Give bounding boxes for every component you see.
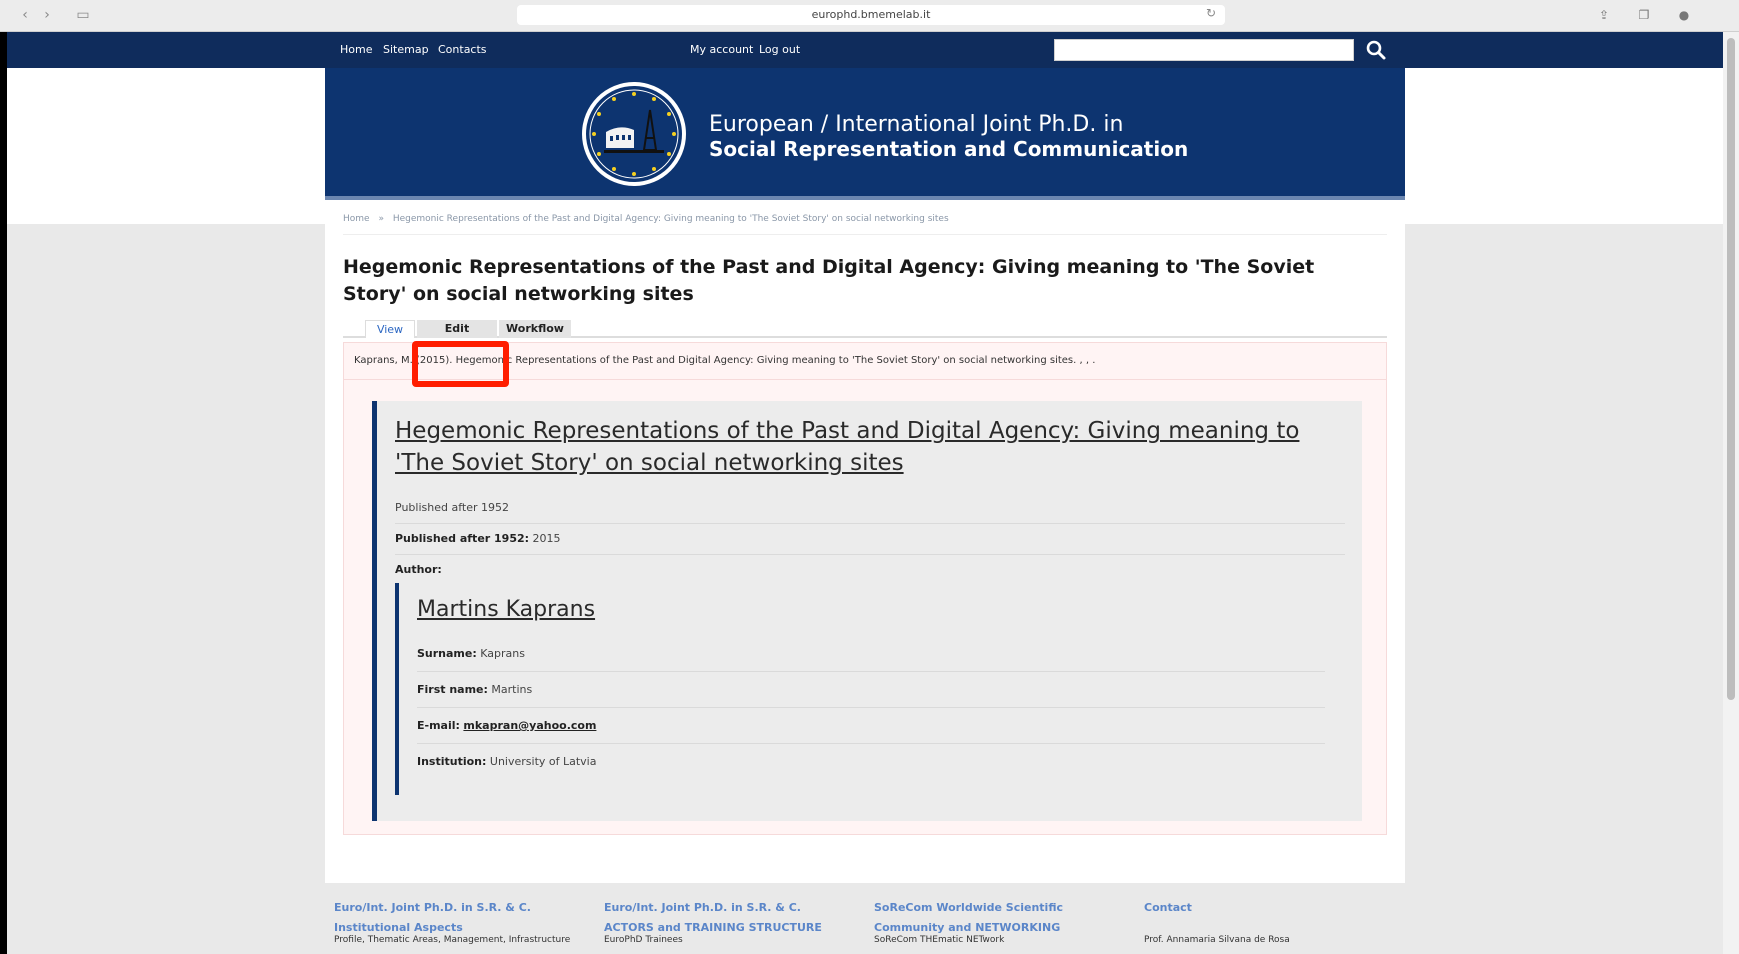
tabs-icon[interactable]: ❐ <box>1636 7 1652 23</box>
breadcrumb-home-link[interactable]: Home <box>343 214 370 224</box>
tab-workflow[interactable]: Workflow <box>499 320 571 338</box>
breadcrumb: Home » Hegemonic Representations of the … <box>343 214 949 224</box>
footer-col-networking: SoReCom Worldwide Scientific Community a… <box>874 896 1124 936</box>
breadcrumb-current: Hegemonic Representations of the Past an… <box>392 214 949 224</box>
institution-value: University of Latvia <box>489 755 597 768</box>
published-value: 2015 <box>532 532 561 545</box>
published-label: Published after 1952: <box>395 532 530 545</box>
field-divider <box>417 743 1325 744</box>
banner-title-line1: European / International Joint Ph.D. in <box>709 112 1124 137</box>
europhd-logo[interactable] <box>580 80 688 188</box>
institution-field: Institution: University of Latvia <box>417 755 596 768</box>
extension-icon[interactable]: ● <box>1676 7 1692 23</box>
sidebar-icon[interactable]: ▭ <box>74 6 92 24</box>
search-icon[interactable] <box>1364 38 1388 62</box>
footer-col-institutional: Euro/Int. Joint Ph.D. in S.R. & C. Insti… <box>334 896 584 936</box>
footer-actors-sub[interactable]: EuroPhD Trainees <box>604 935 683 945</box>
search-input[interactable] <box>1054 39 1354 61</box>
email-field: E-mail: mkapran@yahoo.com <box>417 719 596 732</box>
footer-actors-link[interactable]: Euro/Int. Joint Ph.D. in S.R. & C. ACTOR… <box>604 901 822 934</box>
footer-networking-sub[interactable]: SoReCom THEmatic NETwork <box>874 935 1004 945</box>
surname-field: Surname: Kaprans <box>417 647 525 660</box>
first-name-label: First name: <box>417 683 488 696</box>
page-viewport: Home Sitemap Contacts My account Log out <box>7 32 1723 954</box>
footer-col-actors: Euro/Int. Joint Ph.D. in S.R. & C. ACTOR… <box>604 896 854 936</box>
published-field: Published after 1952: 2015 <box>395 532 561 545</box>
publication-record: Hegemonic Representations of the Past an… <box>372 401 1362 821</box>
footer-institutional-sub[interactable]: Profile, Thematic Areas, Management, Inf… <box>334 935 570 945</box>
site-banner: European / International Joint Ph.D. in … <box>325 68 1405 200</box>
node-tabs: View Edit Workflow <box>343 318 1387 338</box>
email-link[interactable]: mkapran@yahoo.com <box>463 719 596 732</box>
surname-label: Surname: <box>417 647 477 660</box>
nav-home-link[interactable]: Home <box>340 43 372 56</box>
footer-contact-sub[interactable]: Prof. Annamaria Silvana de Rosa <box>1144 935 1290 945</box>
tab-view[interactable]: View <box>365 320 415 338</box>
first-name-value: Martins <box>491 683 533 696</box>
scrollbar-thumb[interactable] <box>1727 38 1735 700</box>
field-divider <box>417 707 1325 708</box>
nav-contacts-link[interactable]: Contacts <box>438 43 487 56</box>
footer-col-contact: Contact <box>1144 896 1394 916</box>
edit-tab-highlight <box>412 341 509 387</box>
my-account-link[interactable]: My account <box>690 43 753 56</box>
breadcrumb-separator: » <box>378 214 384 224</box>
address-bar[interactable]: europhd.bmemelab.it <box>517 5 1225 25</box>
log-out-link[interactable]: Log out <box>759 43 800 56</box>
share-icon[interactable]: ⇪ <box>1596 7 1612 23</box>
record-title-link[interactable]: Hegemonic Representations of the Past an… <box>395 415 1335 479</box>
content-panel: Home » Hegemonic Representations of the … <box>325 200 1405 883</box>
page-title: Hegemonic Representations of the Past an… <box>343 256 1315 305</box>
field-divider <box>417 671 1325 672</box>
browser-toolbar: ‹ › ▭ europhd.bmemelab.it ↻ ⇪ ❐ ● <box>0 0 1739 32</box>
author-label: Author: <box>395 563 442 576</box>
author-name-link[interactable]: Martins Kaprans <box>417 597 595 622</box>
surname-value: Kaprans <box>480 647 525 660</box>
nav-sitemap-link[interactable]: Sitemap <box>383 43 429 56</box>
banner-title-line2: Social Representation and Communication <box>709 137 1189 161</box>
first-name-field: First name: Martins <box>417 683 532 696</box>
forward-icon[interactable]: › <box>38 6 56 24</box>
field-group-heading: Published after 1952 <box>395 501 509 514</box>
footer-contact-link[interactable]: Contact <box>1144 901 1192 914</box>
email-label: E-mail: <box>417 719 460 732</box>
tab-edit[interactable]: Edit <box>417 320 497 338</box>
footer-networking-link[interactable]: SoReCom Worldwide Scientific Community a… <box>874 901 1063 934</box>
field-divider <box>395 554 1345 555</box>
field-divider <box>395 523 1345 524</box>
author-record: Martins Kaprans Surname: Kaprans First n… <box>395 583 1325 795</box>
institution-label: Institution: <box>417 755 487 768</box>
citation-box: Kaprans, M. (2015). Hegemonic Representa… <box>343 342 1387 835</box>
breadcrumb-divider <box>343 234 1387 235</box>
back-icon[interactable]: ‹ <box>16 6 34 24</box>
top-nav-bar: Home Sitemap Contacts My account Log out <box>7 32 1723 68</box>
footer-institutional-link[interactable]: Euro/Int. Joint Ph.D. in S.R. & C. Insti… <box>334 901 531 934</box>
reload-icon[interactable]: ↻ <box>1206 6 1216 20</box>
